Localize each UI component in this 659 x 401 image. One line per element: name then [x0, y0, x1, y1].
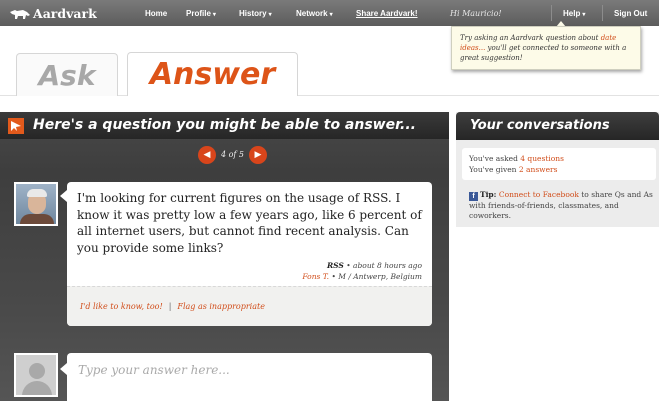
my-avatar-placeholder	[14, 353, 58, 397]
tooltip-text-post: you'll get connected to someone with a g…	[460, 44, 627, 62]
question-flag-icon	[8, 118, 24, 134]
facebook-tip: f Tip: Connect to Facebook to share Qs an…	[469, 190, 653, 221]
question-panel-title: Here's a question you might be able to a…	[33, 117, 416, 133]
placeholder-body-shape	[22, 381, 52, 395]
asker-info: • M / Antwerp, Belgium	[329, 272, 422, 281]
nav-divider	[602, 5, 603, 21]
nav-history-label: History	[239, 9, 267, 18]
chevron-down-icon: ▾	[329, 12, 333, 18]
brand-name: Aardvark	[33, 5, 97, 21]
conversations-panel: Your conversations You've asked 4 questi…	[456, 112, 659, 227]
previous-question-button[interactable]: ◀	[198, 146, 216, 164]
aardvark-logo-icon	[10, 10, 30, 19]
user-greeting: Hi Mauricio!	[450, 9, 502, 18]
avatar-body-shape	[20, 214, 54, 224]
nav-profile-label: Profile	[186, 9, 211, 18]
nav-help[interactable]: Help ▾	[563, 9, 585, 18]
nav-profile[interactable]: Profile ▾	[186, 9, 216, 18]
question-card-pointer	[60, 190, 67, 202]
chevron-down-icon: ▾	[268, 12, 272, 18]
tip-label: Tip:	[480, 190, 497, 199]
question-panel-header: Here's a question you might be able to a…	[0, 112, 449, 139]
chevron-down-icon: ▾	[212, 12, 216, 18]
chevron-down-icon: ▾	[582, 12, 586, 18]
nav-home[interactable]: Home	[145, 9, 167, 18]
action-separator: |	[168, 302, 172, 311]
like-to-know-link[interactable]: I'd like to know, too!	[80, 302, 163, 311]
next-question-button[interactable]: ▶	[249, 146, 267, 164]
nav-divider	[551, 5, 552, 21]
tooltip-text-pre: Try asking an Aardvark question about	[460, 34, 601, 42]
given-line: You've given 2 answers	[469, 164, 649, 175]
conversation-stats: You've asked 4 questions You've given 2 …	[462, 148, 656, 180]
question-meta: RSS • about 8 hours ago	[327, 261, 422, 270]
question-time: • about 8 hours ago	[343, 261, 422, 270]
placeholder-head-shape	[29, 363, 45, 379]
facebook-icon: f	[469, 192, 478, 201]
asked-line: You've asked 4 questions	[469, 153, 649, 164]
suggestion-tooltip: Try asking an Aardvark question about da…	[451, 26, 641, 70]
nav-network-label: Network	[296, 9, 328, 18]
pager-count: 4 of 5	[220, 150, 245, 159]
answer-box-pointer	[60, 363, 67, 375]
tab-answer[interactable]: Answer	[127, 52, 298, 96]
nav-help-label: Help	[563, 9, 581, 18]
question-card-footer: I'd like to know, too! | Flag as inappropr…	[67, 286, 432, 326]
question-actions: I'd like to know, too! | Flag as inappropr…	[80, 302, 265, 311]
topic-tag[interactable]: RSS	[327, 261, 344, 270]
tab-ask[interactable]: Ask	[16, 53, 118, 96]
nav-sign-out[interactable]: Sign Out	[614, 9, 647, 18]
nav-share-aardvark[interactable]: Share Aardvark!	[356, 9, 418, 18]
avatar-hair-shape	[27, 189, 47, 197]
question-text: I'm looking for current figures on the u…	[77, 191, 422, 255]
connect-facebook-link[interactable]: Connect to Facebook	[499, 190, 579, 199]
conversations-title: Your conversations	[470, 118, 610, 133]
nav-history[interactable]: History ▾	[239, 9, 272, 18]
answer-input[interactable]: Type your answer here...	[67, 353, 432, 401]
asked-count-link[interactable]: 4 questions	[520, 154, 564, 163]
logo[interactable]: Aardvark	[9, 4, 97, 22]
asker-avatar[interactable]	[14, 182, 58, 226]
nav-network[interactable]: Network ▾	[296, 9, 333, 18]
conversations-header: Your conversations	[456, 112, 659, 140]
asker-meta: Fons T. • M / Antwerp, Belgium	[302, 272, 422, 281]
question-card: I'm looking for current figures on the u…	[67, 182, 432, 326]
question-panel: Here's a question you might be able to a…	[0, 112, 449, 401]
flag-inappropriate-link[interactable]: Flag as inappropriate	[177, 302, 265, 311]
asked-label: You've asked	[469, 154, 521, 163]
answers-count-link[interactable]: 2 answers	[519, 165, 558, 174]
asker-name-link[interactable]: Fons T.	[302, 272, 329, 281]
given-label: You've given	[469, 165, 519, 174]
